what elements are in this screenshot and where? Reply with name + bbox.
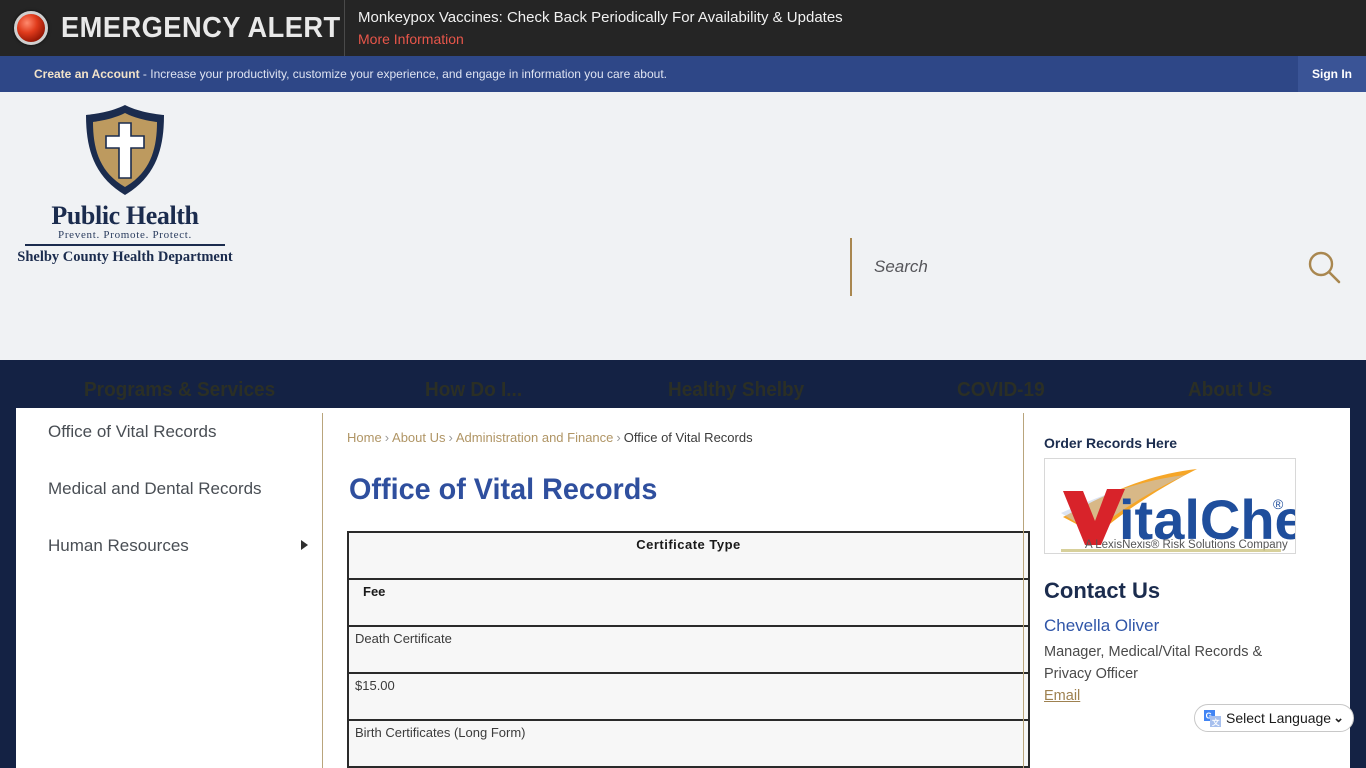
breadcrumb-item-home[interactable]: Home [347, 430, 382, 445]
site-header: Public Health Prevent. Promote. Protect.… [0, 92, 1366, 401]
language-selector[interactable]: G 文 Select Language ⌄ [1194, 704, 1354, 732]
google-translate-icon: G 文 [1204, 709, 1221, 727]
breadcrumb: Home › About Us › Administration and Finance… [347, 430, 1023, 445]
emergency-beacon-icon [14, 11, 48, 45]
sidebar-item-label: Office of Vital Records [48, 422, 217, 441]
breadcrumb-item-about-us[interactable]: About Us [392, 430, 445, 445]
contact-name-link[interactable]: Chevella Oliver [1044, 616, 1329, 636]
contact-role: Manager, Medical/Vital Records & Privacy… [1044, 644, 1263, 682]
emergency-alert-content: Monkeypox Vaccines: Check Back Periodica… [345, 8, 843, 49]
logo-tagline: Prevent. Promote. Protect. [58, 229, 192, 241]
more-information-link[interactable]: More Information [358, 30, 843, 49]
logo-title: Public Health [51, 201, 199, 230]
table-cell-birth-certificates-long-form: Birth Certificates (Long Form) [347, 719, 1030, 768]
create-account-link[interactable]: Create an Account [34, 67, 140, 81]
sidebar-item-human-resources[interactable]: Human Resources [48, 536, 308, 556]
table-row: Fee [347, 578, 1030, 627]
sidebar-item-label: Human Resources [48, 536, 189, 555]
create-account-text: Create an Account - Increase your produc… [0, 67, 667, 81]
search-bar [850, 237, 1350, 297]
certificate-fee-table: Certificate Type Fee Death Certificate $… [347, 531, 1030, 768]
site-logo[interactable]: Public Health Prevent. Promote. Protect.… [17, 102, 233, 266]
nav-item-healthy-shelby[interactable]: Healthy Shelby [668, 379, 804, 402]
order-records-heading: Order Records Here [1044, 435, 1178, 451]
breadcrumb-separator: › [384, 430, 390, 445]
table-cell-death-certificate: Death Certificate [347, 625, 1030, 674]
account-bar: Create an Account - Increase your produc… [0, 56, 1366, 92]
sidebar-item-medical-and-dental-records[interactable]: Medical and Dental Records [48, 479, 308, 499]
nav-item-programs-services[interactable]: Programs & Services [84, 379, 275, 402]
sidebar-item-office-of-vital-records[interactable]: Office of Vital Records [48, 422, 308, 442]
chevron-down-icon: ⌄ [1333, 710, 1344, 725]
content-region: Office of Vital Records Medical and Dent… [0, 408, 1366, 768]
svg-text:®: ® [1273, 496, 1284, 512]
table-cell-certificate-type: Certificate Type [347, 531, 1030, 580]
language-selector-label: Select Language [1226, 710, 1332, 726]
sidebar-item-label: Medical and Dental Records [48, 479, 262, 498]
table-cell-fee: Fee [347, 578, 1030, 627]
search-input[interactable] [852, 257, 1306, 277]
breadcrumb-separator: › [616, 430, 621, 445]
table-row: Certificate Type [347, 531, 1030, 580]
main-column: Home › About Us › Administration and Finance… [323, 408, 1030, 768]
contact-email-link[interactable]: Email [1044, 688, 1080, 704]
nav-item-about-us[interactable]: About Us [1188, 379, 1272, 402]
nav-item-covid-19[interactable]: COVID-19 [957, 379, 1045, 402]
breadcrumb-current: Office of Vital Records [623, 430, 753, 445]
table-row: $15.00 [347, 672, 1030, 721]
breadcrumb-item-administration-and-finance[interactable]: Administration and Finance [456, 430, 614, 445]
emergency-alert-label: EMERGENCY ALERT [61, 11, 341, 44]
search-icon[interactable] [1306, 249, 1342, 285]
emergency-alert-message: Monkeypox Vaccines: Check Back Periodica… [358, 8, 843, 26]
emergency-alert-bar: EMERGENCY ALERT Monkeypox Vaccines: Chec… [0, 0, 1366, 56]
table-row: Death Certificate [347, 625, 1030, 674]
table-row: Birth Certificates (Long Form) [347, 719, 1030, 768]
logo-department: Shelby County Health Department [17, 249, 233, 265]
vitalchek-logo: italChek ® A LexisNexis® Risk Solutions … [1061, 469, 1295, 552]
table-cell-death-certificate-fee: $15.00 [347, 672, 1030, 721]
chevron-right-icon [301, 540, 308, 550]
vitalchek-logo-link[interactable]: italChek ® A LexisNexis® Risk Solutions … [1044, 458, 1296, 554]
sign-in-button[interactable]: Sign In [1298, 56, 1366, 92]
account-tagline: - Increase your productivity, customize … [139, 67, 667, 81]
sidebar: Office of Vital Records Medical and Dent… [16, 408, 322, 768]
svg-text:文: 文 [1212, 717, 1220, 727]
emergency-alert-badge: EMERGENCY ALERT [0, 0, 345, 56]
content-card: Office of Vital Records Medical and Dent… [16, 408, 1350, 768]
logo-divider [25, 244, 225, 246]
nav-item-how-do-i[interactable]: How Do I... [425, 379, 522, 402]
shield-cross-logo [86, 105, 164, 195]
contact-us-heading: Contact Us [1044, 578, 1161, 603]
page-title: Office of Vital Records [349, 473, 658, 506]
breadcrumb-separator: › [448, 430, 453, 445]
